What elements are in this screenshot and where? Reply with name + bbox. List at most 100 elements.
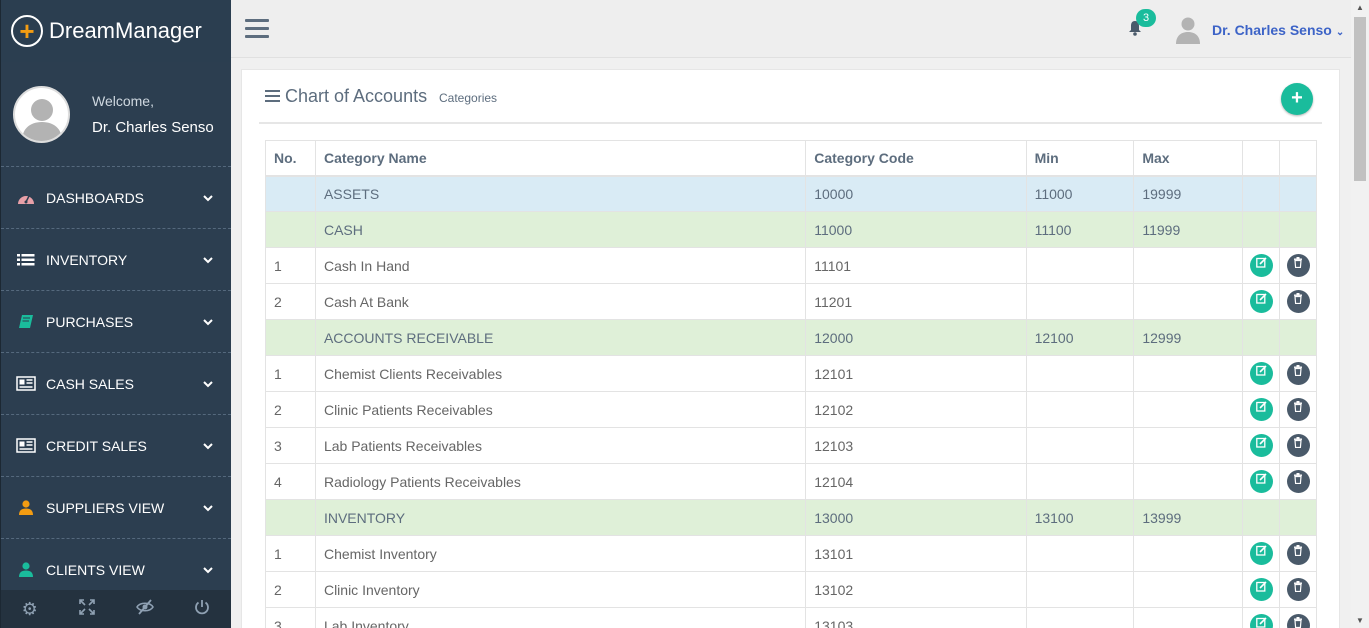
menu-toggle-icon[interactable]: [245, 19, 269, 43]
chevron-down-icon: [203, 439, 213, 453]
header-max: Max: [1133, 140, 1244, 177]
sidebar-item-label: CASH SALES: [46, 375, 134, 392]
chevron-down-icon: [203, 377, 213, 391]
row-number: 1: [265, 535, 316, 572]
welcome-text: Welcome,: [92, 92, 154, 109]
min-value: [1025, 607, 1135, 628]
user-avatar-icon[interactable]: [1176, 16, 1200, 49]
category-name: Cash At Bank: [314, 283, 807, 320]
sidebar-item-label: CLIENTS VIEW: [46, 561, 145, 578]
header-min: Min: [1025, 140, 1135, 177]
table-row: 1 Chemist Clients Receivables 12101: [265, 355, 1317, 392]
category-code: 12102: [805, 391, 1027, 428]
edit-button[interactable]: [1249, 614, 1273, 628]
sidebar-item-purchases[interactable]: PURCHASES: [1, 291, 231, 353]
add-category-button[interactable]: +: [1281, 83, 1313, 115]
row-number: 3: [265, 427, 316, 464]
category-name: ASSETS: [314, 175, 807, 212]
scrollbar[interactable]: ▲ ▼: [1351, 0, 1369, 628]
delete-button[interactable]: [1286, 578, 1310, 601]
trash-icon: [1294, 581, 1303, 593]
trash-icon: [1294, 293, 1303, 305]
min-value: [1025, 571, 1135, 608]
category-name: Lab Inventory: [314, 607, 807, 628]
edit-cell: [1242, 607, 1281, 628]
table-row: 2 Clinic Inventory 13102: [265, 571, 1317, 608]
sidebar-item-dashboards[interactable]: DASHBOARDS: [1, 167, 231, 229]
delete-cell: [1279, 607, 1317, 628]
min-value: [1025, 391, 1135, 428]
edit-cell: [1242, 499, 1281, 536]
max-value: [1133, 355, 1244, 392]
main-panel: Chart of Accounts Categories + No. Catego…: [241, 69, 1340, 628]
bars-icon: [265, 90, 280, 105]
edit-button[interactable]: [1249, 434, 1273, 457]
delete-cell: [1279, 175, 1317, 212]
edit-button[interactable]: [1249, 398, 1273, 421]
edit-button[interactable]: [1249, 542, 1273, 565]
chevron-down-icon: [203, 563, 213, 577]
max-value: [1133, 391, 1244, 428]
page-subtitle: Categories: [439, 91, 498, 105]
category-code: 12000: [805, 319, 1027, 356]
edit-button[interactable]: [1249, 362, 1273, 385]
edit-cell: [1242, 247, 1281, 284]
fullscreen-icon[interactable]: [75, 598, 99, 620]
scroll-up-icon[interactable]: ▲: [1356, 3, 1364, 12]
edit-button[interactable]: [1249, 578, 1273, 601]
edit-cell: [1242, 355, 1281, 392]
delete-button[interactable]: [1286, 398, 1310, 421]
delete-cell: [1279, 427, 1317, 464]
table-row: 1 Chemist Inventory 13101: [265, 535, 1317, 572]
category-group-row: ACCOUNTS RECEIVABLE 12000 12100 12999: [265, 319, 1317, 356]
sidebar-item-credit-sales[interactable]: CREDIT SALES: [1, 415, 231, 477]
profile-name: Dr. Charles Senso: [92, 118, 214, 136]
delete-cell: [1279, 319, 1317, 356]
edit-cell: [1242, 571, 1281, 608]
sidebar-item-label: DASHBOARDS: [46, 189, 145, 206]
category-group-row: ASSETS 10000 11000 19999: [265, 175, 1317, 212]
edit-button[interactable]: [1249, 290, 1273, 313]
delete-button[interactable]: [1286, 362, 1310, 385]
top-bar: 3 Dr. Charles Senso ⌄: [231, 0, 1351, 58]
delete-button[interactable]: [1286, 614, 1310, 628]
category-name: Clinic Patients Receivables: [314, 391, 807, 428]
delete-button[interactable]: [1286, 290, 1310, 313]
gear-icon[interactable]: ⚙: [18, 599, 42, 620]
delete-button[interactable]: [1286, 254, 1310, 277]
delete-button[interactable]: [1286, 434, 1310, 457]
max-value: [1133, 283, 1244, 320]
brand[interactable]: + DreamManager: [1, 0, 231, 62]
chevron-down-icon: [203, 253, 213, 267]
delete-button[interactable]: [1286, 542, 1310, 565]
book-icon: [16, 313, 36, 331]
delete-button[interactable]: [1286, 470, 1310, 493]
scroll-down-icon[interactable]: ▼: [1356, 616, 1364, 625]
trash-icon: [1294, 473, 1303, 485]
power-icon[interactable]: [190, 599, 214, 620]
delete-cell: [1279, 535, 1317, 572]
row-number: 2: [265, 571, 316, 608]
category-name: Cash In Hand: [314, 247, 807, 284]
edit-icon: [1255, 581, 1267, 592]
trash-icon: [1294, 437, 1303, 449]
user-menu[interactable]: Dr. Charles Senso ⌄: [1212, 22, 1344, 38]
sidebar-item-inventory[interactable]: INVENTORY: [1, 229, 231, 291]
edit-cell: [1242, 535, 1281, 572]
sidebar-item-suppliers-view[interactable]: SUPPLIERS VIEW: [1, 477, 231, 539]
sidebar-item-cash-sales[interactable]: CASH SALES: [1, 353, 231, 415]
max-value: 13999: [1133, 499, 1244, 536]
edit-button[interactable]: [1249, 254, 1273, 277]
min-value: [1025, 427, 1135, 464]
edit-icon: [1255, 401, 1267, 412]
scroll-thumb[interactable]: [1354, 17, 1366, 181]
row-number: 2: [265, 391, 316, 428]
category-code: 11201: [805, 283, 1027, 320]
edit-cell: [1242, 463, 1281, 500]
category-code: 13000: [805, 499, 1027, 536]
category-code: 12101: [805, 355, 1027, 392]
trash-icon: [1294, 545, 1303, 557]
delete-cell: [1279, 355, 1317, 392]
eye-slash-icon[interactable]: [133, 598, 157, 620]
edit-button[interactable]: [1249, 470, 1273, 493]
